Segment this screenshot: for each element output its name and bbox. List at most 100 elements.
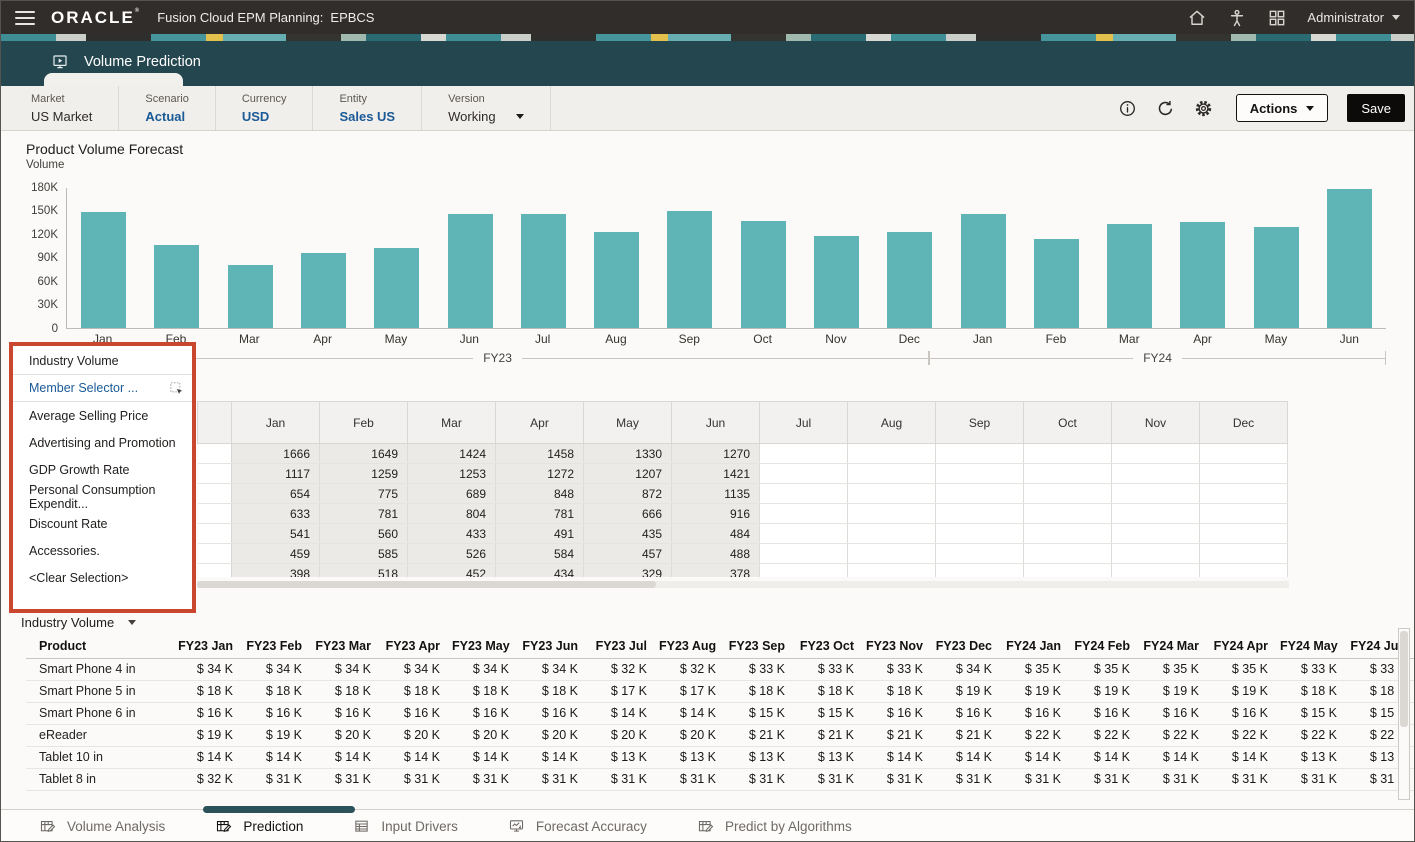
grid-cell[interactable] bbox=[760, 504, 848, 524]
grid-cell[interactable]: 491 bbox=[496, 524, 584, 544]
grid-cell[interactable] bbox=[1112, 464, 1200, 484]
grid-cell[interactable]: 398 bbox=[232, 564, 320, 578]
chart-bar-jan-12[interactable] bbox=[961, 214, 1006, 328]
grid-cell[interactable] bbox=[1024, 564, 1112, 578]
grid-cell[interactable] bbox=[848, 544, 936, 564]
grid-cell[interactable]: 1666 bbox=[232, 444, 320, 464]
chart-bar-feb-1[interactable] bbox=[154, 245, 199, 328]
grid-cell[interactable]: 804 bbox=[408, 504, 496, 524]
grid-cell[interactable]: 1259 bbox=[320, 464, 408, 484]
chart-bar-jul-6[interactable] bbox=[521, 214, 566, 328]
driver-selector[interactable]: Industry Volume bbox=[21, 615, 136, 630]
menu-item-industry-volume[interactable]: Industry Volume bbox=[13, 348, 192, 375]
menu-item-average-selling-price[interactable]: Average Selling Price bbox=[13, 402, 192, 429]
grid-cell[interactable] bbox=[1024, 544, 1112, 564]
chart-bar-apr-15[interactable] bbox=[1180, 222, 1225, 328]
pov-item-currency[interactable]: CurrencyUSD bbox=[242, 86, 314, 130]
pov-item-version[interactable]: VersionWorking bbox=[448, 86, 550, 130]
pov-item-value[interactable]: Sales US bbox=[339, 109, 395, 124]
grid-cell[interactable] bbox=[1024, 504, 1112, 524]
tab-predict-by-algorithms[interactable]: Predict by Algorithms bbox=[697, 810, 852, 842]
grid-cell[interactable] bbox=[936, 464, 1024, 484]
grid-cell[interactable] bbox=[1024, 444, 1112, 464]
grid-cell[interactable]: 1270 bbox=[672, 444, 760, 464]
chart-bar-apr-3[interactable] bbox=[301, 253, 346, 328]
grid-horizontal-scrollbar[interactable] bbox=[197, 581, 1289, 588]
navigator-menu-icon[interactable] bbox=[15, 11, 35, 25]
grid-cell[interactable] bbox=[1200, 444, 1288, 464]
chart-bar-mar-2[interactable] bbox=[228, 265, 273, 328]
grid-cell[interactable]: 434 bbox=[496, 564, 584, 578]
grid-cell[interactable] bbox=[1200, 564, 1288, 578]
grid-cell[interactable] bbox=[936, 444, 1024, 464]
grid-cell[interactable]: 459 bbox=[232, 544, 320, 564]
grid-cell[interactable]: 781 bbox=[320, 504, 408, 524]
grid-cell[interactable]: 435 bbox=[584, 524, 672, 544]
grid-cell[interactable] bbox=[848, 564, 936, 578]
grid-cell[interactable]: 1253 bbox=[408, 464, 496, 484]
chart-bar-may-16[interactable] bbox=[1254, 227, 1299, 328]
chart-bar-mar-14[interactable] bbox=[1107, 224, 1152, 328]
grid-cell[interactable]: 872 bbox=[584, 484, 672, 504]
grid-cell[interactable] bbox=[760, 544, 848, 564]
chart-bar-dec-11[interactable] bbox=[887, 232, 932, 328]
gear-icon[interactable] bbox=[1194, 99, 1213, 118]
grid-cell[interactable]: 560 bbox=[320, 524, 408, 544]
grid-cell[interactable] bbox=[1112, 484, 1200, 504]
grid-cell[interactable]: 689 bbox=[408, 484, 496, 504]
menu-item-gdp-growth-rate[interactable]: GDP Growth Rate bbox=[13, 456, 192, 483]
chart-bar-oct-9[interactable] bbox=[741, 221, 786, 328]
user-menu[interactable]: Administrator bbox=[1307, 10, 1400, 25]
chart-bar-jun-17[interactable] bbox=[1327, 189, 1372, 328]
home-icon[interactable] bbox=[1187, 8, 1207, 28]
grid-cell[interactable] bbox=[1024, 524, 1112, 544]
actions-button[interactable]: Actions bbox=[1236, 94, 1329, 122]
menu-item-clear-selection[interactable]: <Clear Selection> bbox=[13, 564, 192, 591]
grid-cell[interactable]: 452 bbox=[408, 564, 496, 578]
grid-cell[interactable]: 1117 bbox=[232, 464, 320, 484]
grid-cell[interactable] bbox=[760, 484, 848, 504]
tab-volume-analysis[interactable]: Volume Analysis bbox=[39, 810, 165, 842]
pov-item-scenario[interactable]: ScenarioActual bbox=[145, 86, 215, 130]
grid-cell[interactable] bbox=[1112, 544, 1200, 564]
menu-item-accessories[interactable]: Accessories. bbox=[13, 537, 192, 564]
grid-cell[interactable]: 781 bbox=[496, 504, 584, 524]
grid-cell[interactable]: 488 bbox=[672, 544, 760, 564]
grid-cell[interactable]: 1458 bbox=[496, 444, 584, 464]
grid-cell[interactable] bbox=[936, 504, 1024, 524]
menu-item-member-selector[interactable]: Member Selector ... bbox=[13, 375, 192, 402]
grid-cell[interactable] bbox=[1024, 464, 1112, 484]
grid-cell[interactable]: 1424 bbox=[408, 444, 496, 464]
grid-cell[interactable]: 1330 bbox=[584, 444, 672, 464]
grid-cell[interactable] bbox=[1200, 544, 1288, 564]
menu-item-discount-rate[interactable]: Discount Rate bbox=[13, 510, 192, 537]
grid-cell[interactable] bbox=[760, 444, 848, 464]
grid-cell[interactable] bbox=[848, 484, 936, 504]
grid-cell[interactable]: 484 bbox=[672, 524, 760, 544]
pov-item-value[interactable]: US Market bbox=[31, 109, 92, 124]
grid-cell[interactable]: 633 bbox=[232, 504, 320, 524]
grid-cell[interactable] bbox=[760, 524, 848, 544]
tab-input-drivers[interactable]: Input Drivers bbox=[353, 810, 458, 842]
chart-bar-nov-10[interactable] bbox=[814, 236, 859, 328]
grid-cell[interactable]: 526 bbox=[408, 544, 496, 564]
pov-item-value[interactable]: Working bbox=[448, 109, 523, 124]
info-icon[interactable] bbox=[1118, 99, 1137, 118]
pov-item-market[interactable]: MarketUS Market bbox=[31, 86, 119, 130]
menu-item-advertising-and-promotion[interactable]: Advertising and Promotion bbox=[13, 429, 192, 456]
grid-cell[interactable] bbox=[1200, 484, 1288, 504]
grid-cell[interactable]: 433 bbox=[408, 524, 496, 544]
chart-bar-may-4[interactable] bbox=[374, 248, 419, 328]
grid-cell[interactable] bbox=[936, 484, 1024, 504]
pov-item-value[interactable]: USD bbox=[242, 109, 287, 124]
grid-cell[interactable]: 378 bbox=[672, 564, 760, 578]
grid-cell[interactable] bbox=[936, 544, 1024, 564]
grid-cell[interactable] bbox=[1200, 464, 1288, 484]
grid-cell[interactable]: 1421 bbox=[672, 464, 760, 484]
vertical-scrollbar[interactable] bbox=[1398, 628, 1410, 800]
grid-cell[interactable] bbox=[848, 504, 936, 524]
grid-cell[interactable]: 1207 bbox=[584, 464, 672, 484]
chart-bar-feb-13[interactable] bbox=[1034, 239, 1079, 328]
grid-cell[interactable]: 1135 bbox=[672, 484, 760, 504]
save-button[interactable]: Save bbox=[1347, 94, 1405, 122]
